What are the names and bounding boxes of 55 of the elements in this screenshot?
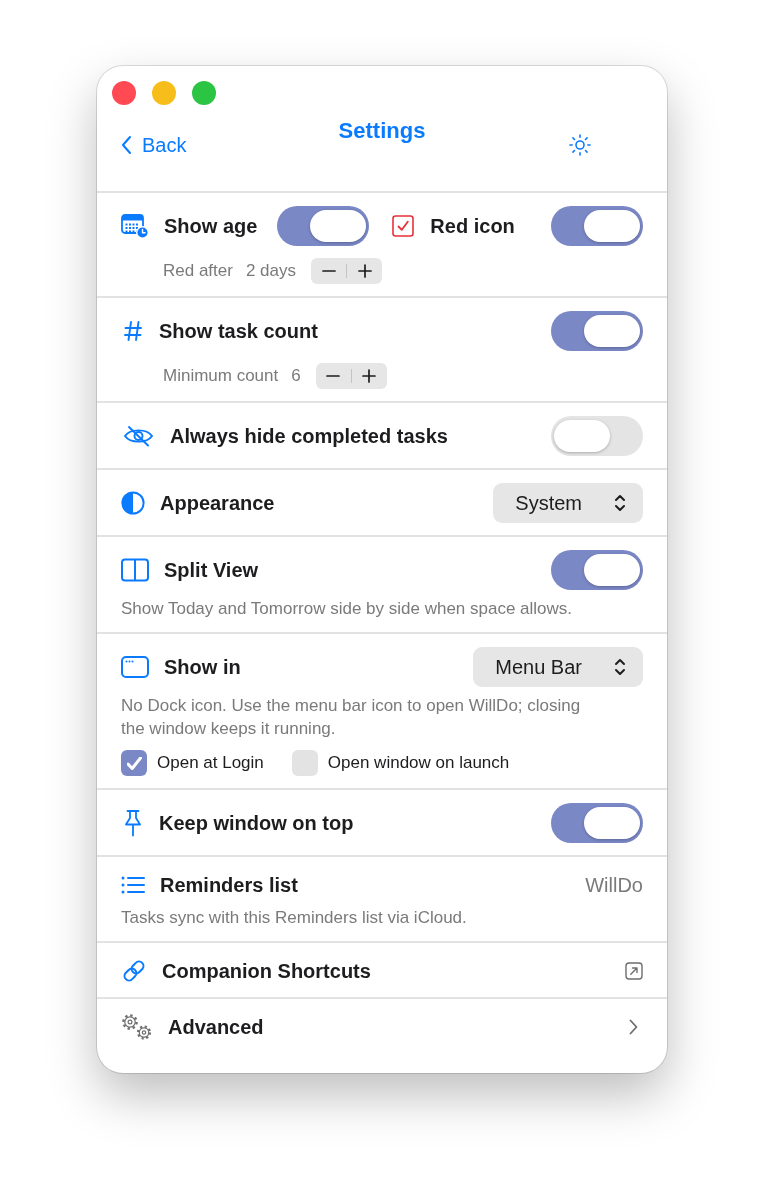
setting-description: Tasks sync with this Reminders list via iCloud. <box>121 907 468 929</box>
setting-description: Show Today and Tomorrow side by side when space allows. <box>121 598 574 620</box>
calendar-clock-icon <box>121 213 149 239</box>
setting-label: Split View <box>164 558 259 583</box>
toggle-switch[interactable] <box>551 550 643 590</box>
window-icon <box>121 655 149 679</box>
window-title: Settings <box>338 118 426 144</box>
stepper-label: Minimum count <box>163 365 279 387</box>
setting-label: Show age <box>164 214 258 239</box>
hash-icon <box>124 320 142 342</box>
setting-value: WillDo <box>585 873 643 898</box>
link-icon[interactable] <box>121 958 147 984</box>
checkmark-icon <box>126 756 142 770</box>
half-filled-circle-icon <box>121 491 145 515</box>
setting-label: Show in <box>164 655 241 680</box>
setting-description: No Dock icon. Use the menu bar icon to open WillDo; closing the window keeps it running. <box>121 695 582 740</box>
setting-label: Reminders list <box>160 873 298 898</box>
setting-label: Red icon <box>430 214 515 239</box>
zoom-button[interactable] <box>192 81 216 105</box>
setting-label: Always hide completed tasks <box>170 424 448 449</box>
checkbox[interactable] <box>291 750 318 776</box>
external-link-icon[interactable] <box>625 962 643 980</box>
plus-icon <box>362 369 377 383</box>
setting-label[interactable]: Companion Shortcuts <box>162 958 371 984</box>
stepper-value: 6 <box>291 365 301 387</box>
up-down-chevron-icon <box>614 493 626 513</box>
toggle-switch[interactable] <box>551 416 643 456</box>
chevron-right-icon[interactable] <box>629 1019 638 1035</box>
bulleted-list-icon <box>121 876 145 894</box>
pushpin-icon <box>123 809 143 837</box>
checkbox-label[interactable]: Open at Login <box>157 752 264 774</box>
plus-icon <box>357 264 372 278</box>
checkmark-square-icon <box>392 215 415 237</box>
stepper-label: Red after <box>163 260 233 282</box>
sun-icon[interactable] <box>569 134 591 156</box>
toggle-switch[interactable] <box>277 206 370 246</box>
popup-button[interactable]: Menu Bar <box>473 647 643 687</box>
chevron-left-icon <box>121 135 132 155</box>
toggle-switch[interactable] <box>551 311 643 351</box>
toggle-switch[interactable] <box>551 206 643 246</box>
popup-button[interactable]: System <box>493 483 643 523</box>
up-down-chevron-icon <box>614 657 626 677</box>
gears-icon <box>121 1013 153 1041</box>
setting-label: Appearance <box>160 491 275 516</box>
checkbox-label[interactable]: Open window on launch <box>327 752 510 774</box>
setting-label: Show task count <box>159 319 318 344</box>
toggle-switch[interactable] <box>551 803 643 843</box>
close-button[interactable] <box>112 81 136 105</box>
back-button[interactable]: Back <box>121 132 187 158</box>
eye-slash-icon <box>123 425 154 447</box>
setting-label: Keep window on top <box>159 811 354 836</box>
stepper-value: 2 days <box>245 260 297 282</box>
checkbox[interactable] <box>121 750 147 776</box>
setting-label[interactable]: Advanced <box>168 1014 264 1040</box>
split-view-icon <box>121 558 149 582</box>
